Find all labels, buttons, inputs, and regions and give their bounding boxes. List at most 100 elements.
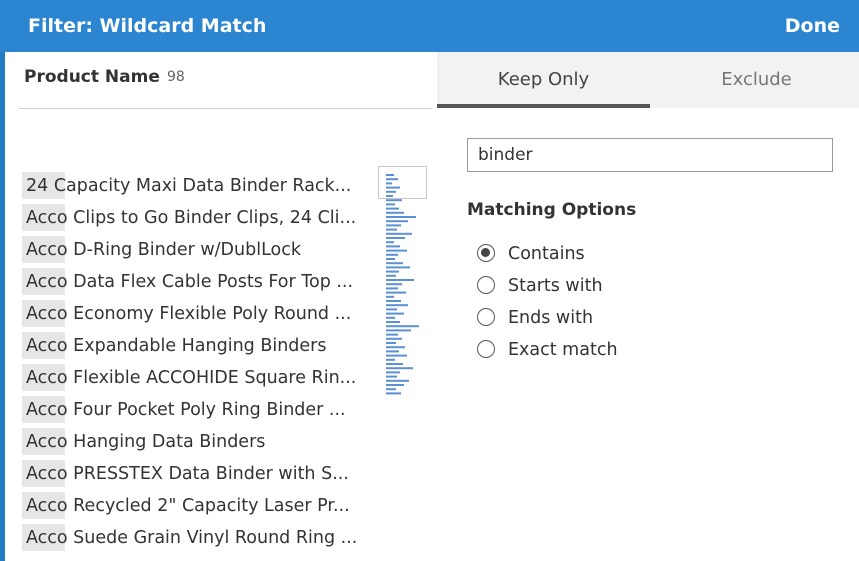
histogram-bar	[386, 182, 392, 185]
histogram-bar	[386, 375, 397, 378]
dialog-title: Filter: Wildcard Match	[28, 15, 267, 37]
radio-option-label: Exact match	[508, 340, 618, 360]
histogram-bar	[386, 237, 405, 239]
filter-options-pane: Keep Only Exclude Matching Options Conta…	[437, 52, 859, 561]
histogram-bar	[386, 392, 401, 395]
histogram-bar	[386, 304, 408, 307]
radio-option-label: Ends with	[508, 308, 594, 328]
histogram-bar	[386, 388, 396, 391]
values-pane: Product Name 98 24 Capacity Maxi Data Bi…	[5, 52, 437, 561]
field-header: Product Name 98	[5, 52, 437, 107]
histogram-bar	[386, 342, 396, 344]
histogram-bar	[386, 207, 399, 210]
radio-button[interactable]	[477, 276, 495, 294]
histogram-bar	[386, 295, 394, 298]
histogram-bar	[386, 266, 410, 269]
list-item[interactable]: Acco Suede Grain Vinyl Round Ring ...	[22, 522, 367, 554]
list-item[interactable]: Acco Clips to Go Binder Clips, 24 Cli...	[22, 202, 367, 234]
histogram-bar	[386, 358, 395, 361]
histogram-bar	[386, 346, 405, 349]
histogram-bar	[386, 291, 406, 294]
list-item[interactable]: Acco Expandable Hanging Binders	[22, 330, 367, 362]
radio-button[interactable]	[477, 308, 495, 326]
histogram-bar	[386, 253, 398, 256]
histogram-bar	[386, 350, 399, 353]
histogram-bar	[386, 312, 404, 315]
radio-option-label: Contains	[508, 244, 585, 264]
list-item-label: Acco Expandable Hanging Binders	[26, 336, 327, 356]
histogram-bar	[386, 199, 402, 202]
list-item-label: Acco Suede Grain Vinyl Round Ring ...	[26, 528, 358, 548]
tab-keep-only[interactable]: Keep Only	[437, 52, 650, 108]
histogram-bar	[386, 300, 401, 302]
list-item-label: 24 Capacity Maxi Data Binder Rack...	[26, 176, 352, 196]
list-item-label: Acco D-Ring Binder w/DublLock	[26, 240, 301, 260]
histogram-bar	[386, 262, 403, 265]
radio-button[interactable]	[477, 244, 495, 262]
radio-option-exact-match[interactable]: Exact match	[477, 338, 737, 364]
histogram-bar	[386, 241, 394, 244]
histogram-bar	[386, 274, 396, 277]
histogram-bar	[386, 232, 412, 235]
histogram-bar	[386, 329, 411, 332]
histogram-bar	[386, 195, 393, 197]
list-item-label: Acco PRESSTEX Data Binder with S...	[26, 464, 349, 484]
divider	[19, 108, 432, 109]
histogram-bar	[386, 178, 398, 181]
list-item[interactable]: Acco Flexible ACCOHIDE Square Rin...	[22, 362, 367, 394]
value-histogram	[378, 166, 428, 406]
list-item-label: Acco Economy Flexible Poly Round ...	[26, 304, 352, 324]
histogram-bar	[386, 216, 416, 218]
list-item[interactable]: 24 Capacity Maxi Data Binder Rack...	[22, 170, 367, 202]
histogram-bar	[386, 337, 402, 340]
histogram-bar	[386, 249, 407, 252]
field-name: Product Name	[24, 67, 160, 87]
radio-option-starts-with[interactable]: Starts with	[477, 274, 737, 300]
histogram-bar	[386, 325, 419, 328]
tab-exclude[interactable]: Exclude	[650, 52, 859, 108]
list-item-label: Acco Hanging Data Binders	[26, 432, 266, 452]
histogram-bar	[386, 279, 414, 281]
histogram-bar	[386, 186, 400, 189]
tab-bar: Keep Only Exclude	[437, 52, 859, 108]
list-item[interactable]: Acco Four Pocket Poly Ring Binder ...	[22, 394, 367, 426]
histogram-bar	[386, 258, 395, 260]
list-item[interactable]: Acco D-Ring Binder w/DublLock	[22, 234, 367, 266]
radio-option-contains[interactable]: Contains	[477, 242, 737, 268]
list-item[interactable]: Acco Hanging Data Binders	[22, 426, 367, 458]
histogram-bar	[386, 224, 401, 227]
histogram-bar	[386, 363, 403, 365]
histogram-bar	[386, 308, 397, 311]
field-value-count: 98	[167, 69, 185, 85]
list-item-label: Acco Clips to Go Binder Clips, 24 Cli...	[26, 208, 357, 228]
list-item[interactable]: Acco PRESSTEX Data Binder with S...	[22, 458, 367, 490]
list-item-label: Acco Four Pocket Poly Ring Binder ...	[26, 400, 346, 420]
value-list: 24 Capacity Maxi Data Binder Rack... Acco…	[22, 170, 367, 554]
list-item-label: Acco Flexible ACCOHIDE Square Rin...	[26, 368, 357, 388]
list-item[interactable]: Acco Data Flex Cable Posts For Top ...	[22, 266, 367, 298]
histogram-bar	[386, 220, 408, 223]
histogram-bar	[386, 316, 395, 319]
radio-button[interactable]	[477, 340, 495, 358]
histogram-bar	[386, 367, 413, 370]
radio-option-ends-with[interactable]: Ends with	[477, 306, 737, 332]
active-tab-indicator	[437, 104, 650, 108]
histogram-bar	[386, 354, 407, 357]
histogram-bar	[386, 379, 409, 382]
list-item[interactable]: Acco Economy Flexible Poly Round ...	[22, 298, 367, 330]
histogram-bar	[386, 174, 394, 176]
histogram-bar	[386, 203, 395, 206]
wildcard-search-input[interactable]	[467, 138, 833, 172]
done-button[interactable]: Done	[785, 15, 840, 37]
list-item[interactable]: Acco Recycled 2" Capacity Laser Pr...	[22, 490, 367, 522]
histogram-bar	[386, 321, 400, 323]
histogram-bar	[386, 333, 398, 336]
histogram-bar	[386, 283, 402, 286]
histogram-bar	[386, 287, 398, 290]
histogram-bars	[386, 174, 419, 395]
histogram-bar	[386, 190, 396, 193]
histogram-bar	[386, 211, 404, 214]
radio-option-label: Starts with	[508, 276, 603, 296]
histogram-bar	[386, 384, 404, 386]
matching-options-label: Matching Options	[467, 200, 637, 220]
